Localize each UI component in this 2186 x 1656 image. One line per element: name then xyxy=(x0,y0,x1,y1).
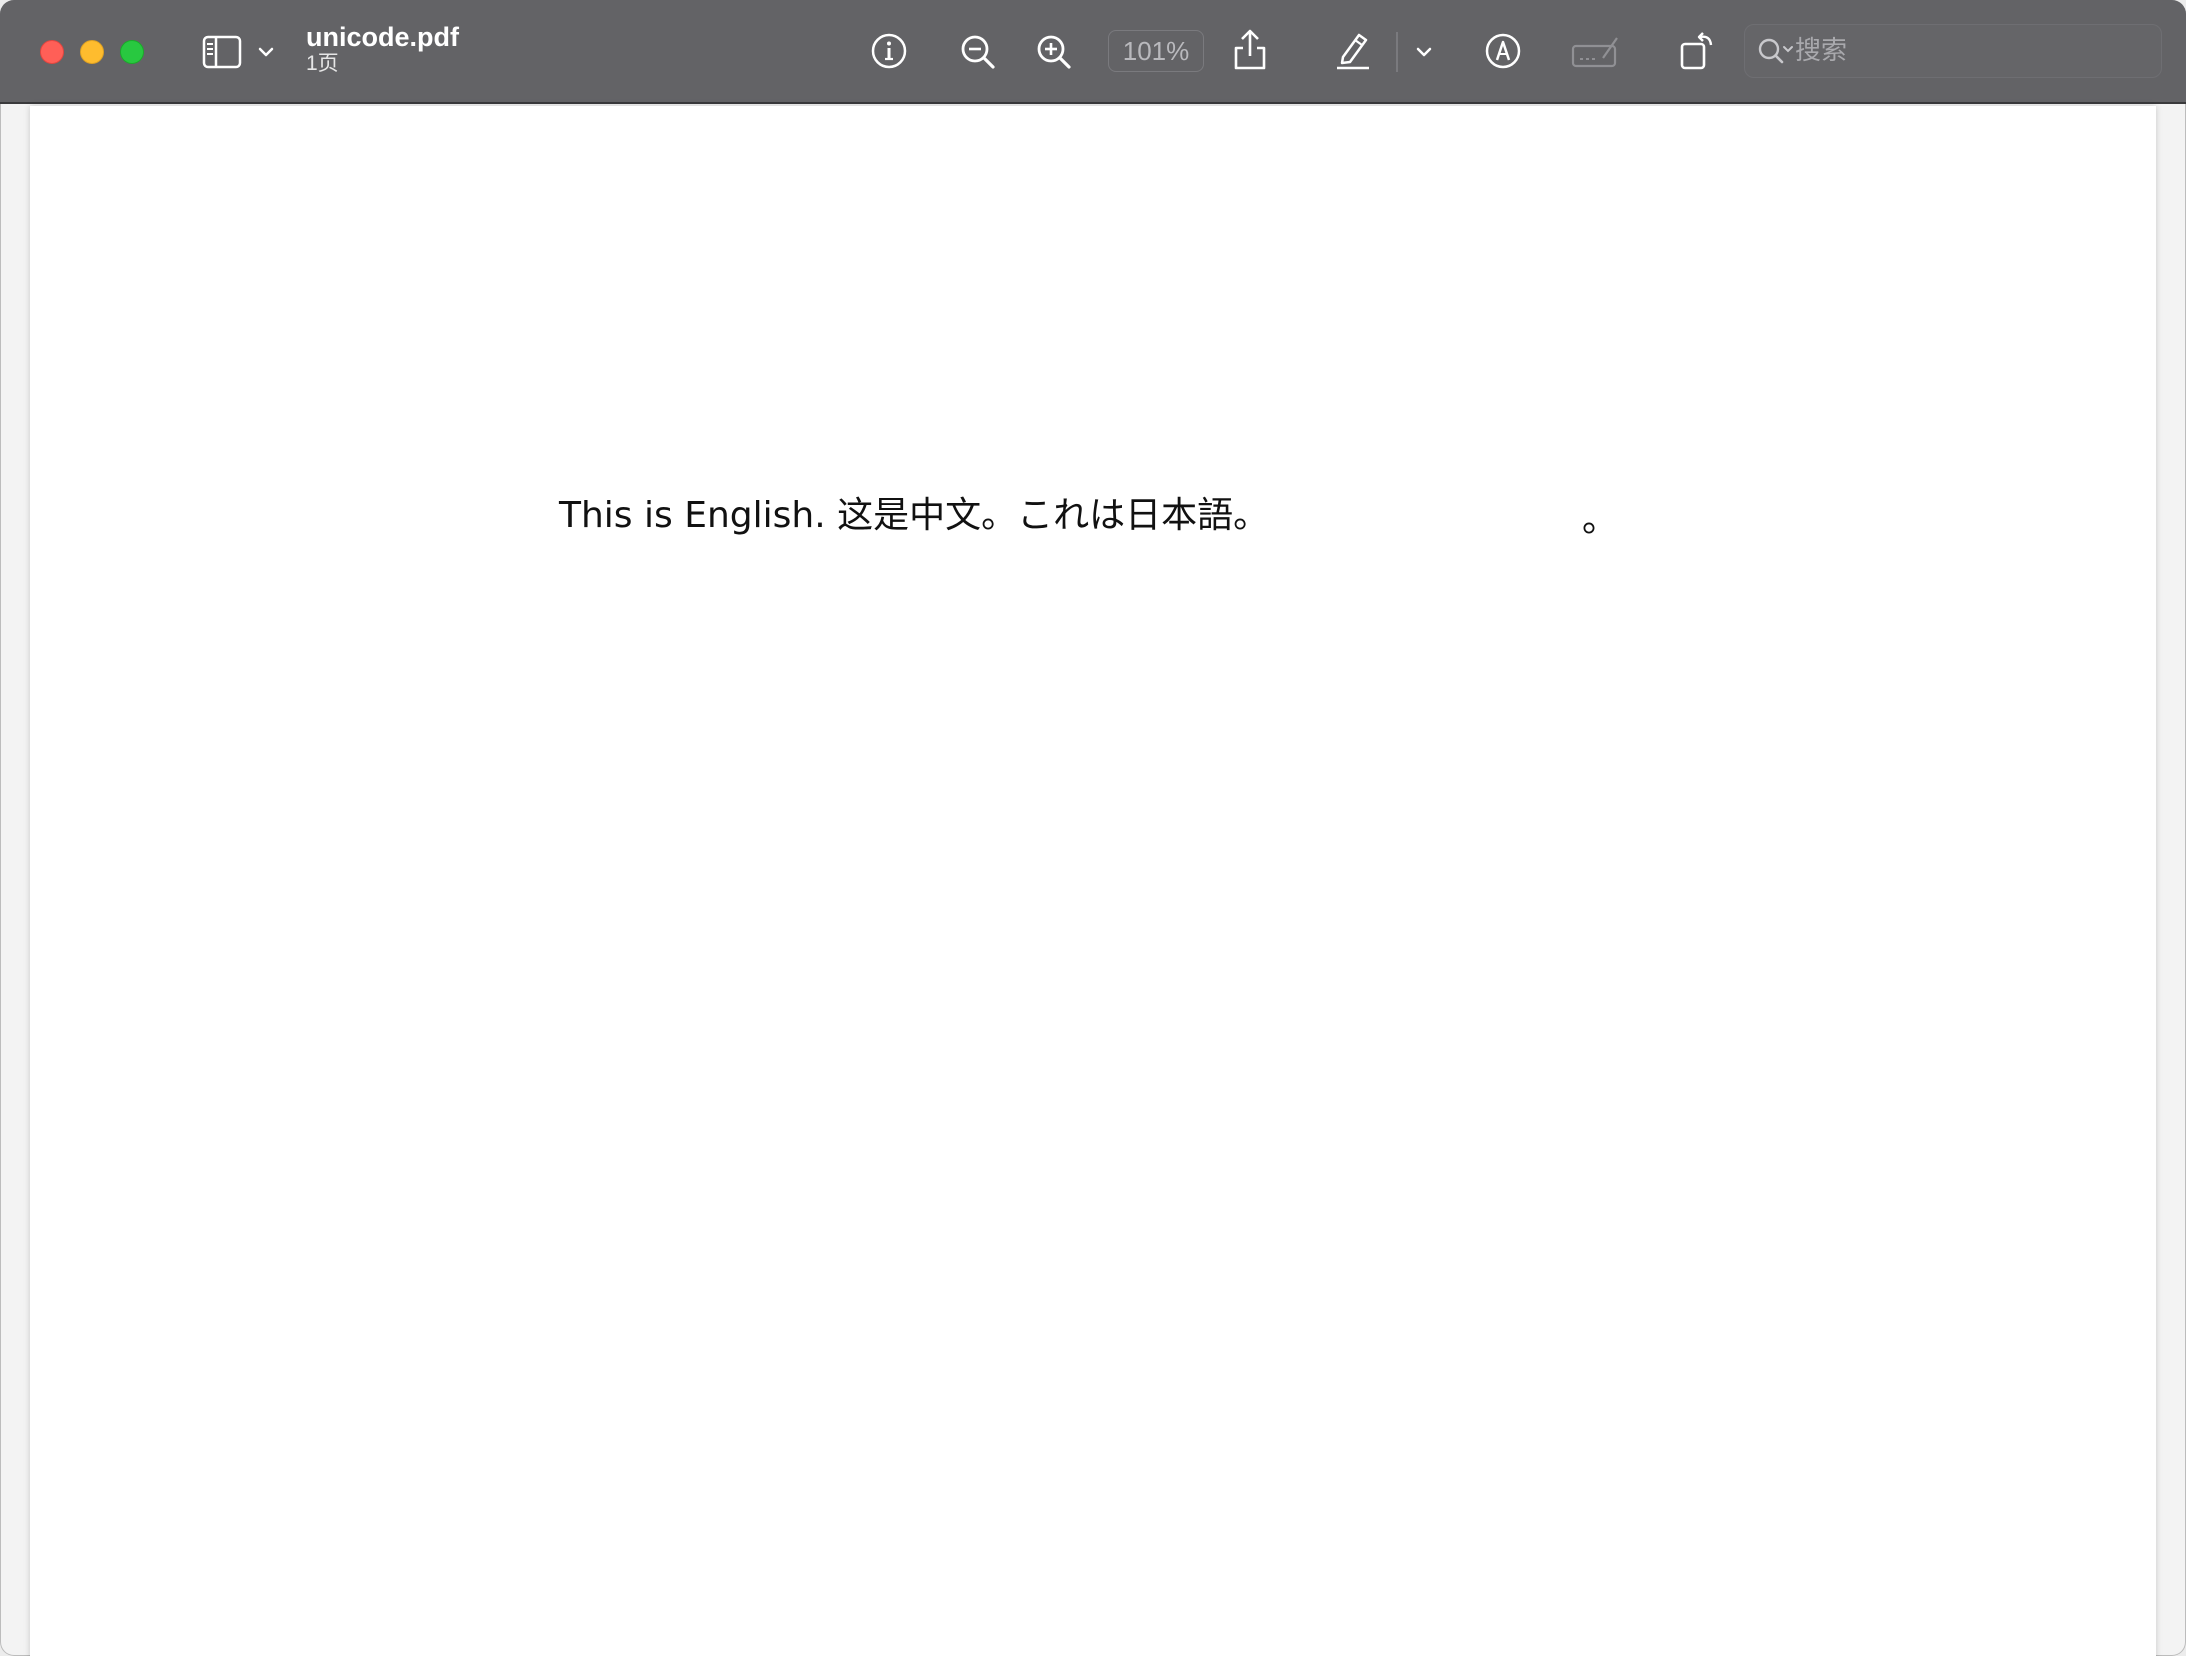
info-button[interactable] xyxy=(868,30,910,72)
document-title: unicode.pdf xyxy=(306,22,459,52)
search-icon[interactable] xyxy=(1757,37,1797,71)
chevron-down-icon xyxy=(1416,47,1432,57)
close-button[interactable] xyxy=(40,40,64,64)
minimize-button[interactable] xyxy=(80,40,104,64)
maximize-button[interactable] xyxy=(120,40,144,64)
form-fill-icon xyxy=(1571,37,1618,68)
rotate-button[interactable] xyxy=(1676,28,1720,74)
document-text-line: This is English. 这是中文。これは日本語。 xyxy=(559,495,1270,536)
zoom-in-icon xyxy=(1037,35,1071,69)
zoom-in-button[interactable] xyxy=(1032,30,1076,74)
preview-window: unicode.pdf 1页 101% 搜索 This is English. … xyxy=(0,0,2186,1656)
markup-button[interactable] xyxy=(1482,30,1524,72)
zoom-out-button[interactable] xyxy=(956,30,1000,74)
highlight-menu-button[interactable] xyxy=(1412,40,1436,64)
form-fill-button[interactable] xyxy=(1570,30,1622,72)
share-icon xyxy=(1234,29,1266,70)
rotate-icon xyxy=(1680,32,1713,70)
info-icon xyxy=(871,33,907,69)
page-count: 1页 xyxy=(306,52,339,75)
zoom-level-field[interactable]: 101% xyxy=(1108,30,1204,72)
document-trailing-mark: 。 xyxy=(1582,499,1619,540)
chevron-down-icon xyxy=(258,47,274,57)
search-input[interactable] xyxy=(1795,31,2145,71)
toolbar-divider xyxy=(1396,32,1398,72)
share-button[interactable] xyxy=(1230,26,1270,74)
highlighter-icon xyxy=(1337,33,1369,70)
document-title-block: unicode.pdf 1页 xyxy=(306,22,459,76)
search-field[interactable] xyxy=(1744,24,2162,78)
pdf-page: This is English. 这是中文。これは日本語。 。 xyxy=(30,106,2156,1656)
zoom-out-icon xyxy=(961,35,995,69)
sidebar-toggle-button[interactable] xyxy=(200,32,244,72)
sidebar-icon xyxy=(202,35,242,69)
toolbar: unicode.pdf 1页 101% 搜索 xyxy=(0,0,2186,104)
markup-icon xyxy=(1485,33,1521,69)
highlight-button[interactable] xyxy=(1332,28,1374,72)
sidebar-menu-button[interactable] xyxy=(254,40,278,64)
